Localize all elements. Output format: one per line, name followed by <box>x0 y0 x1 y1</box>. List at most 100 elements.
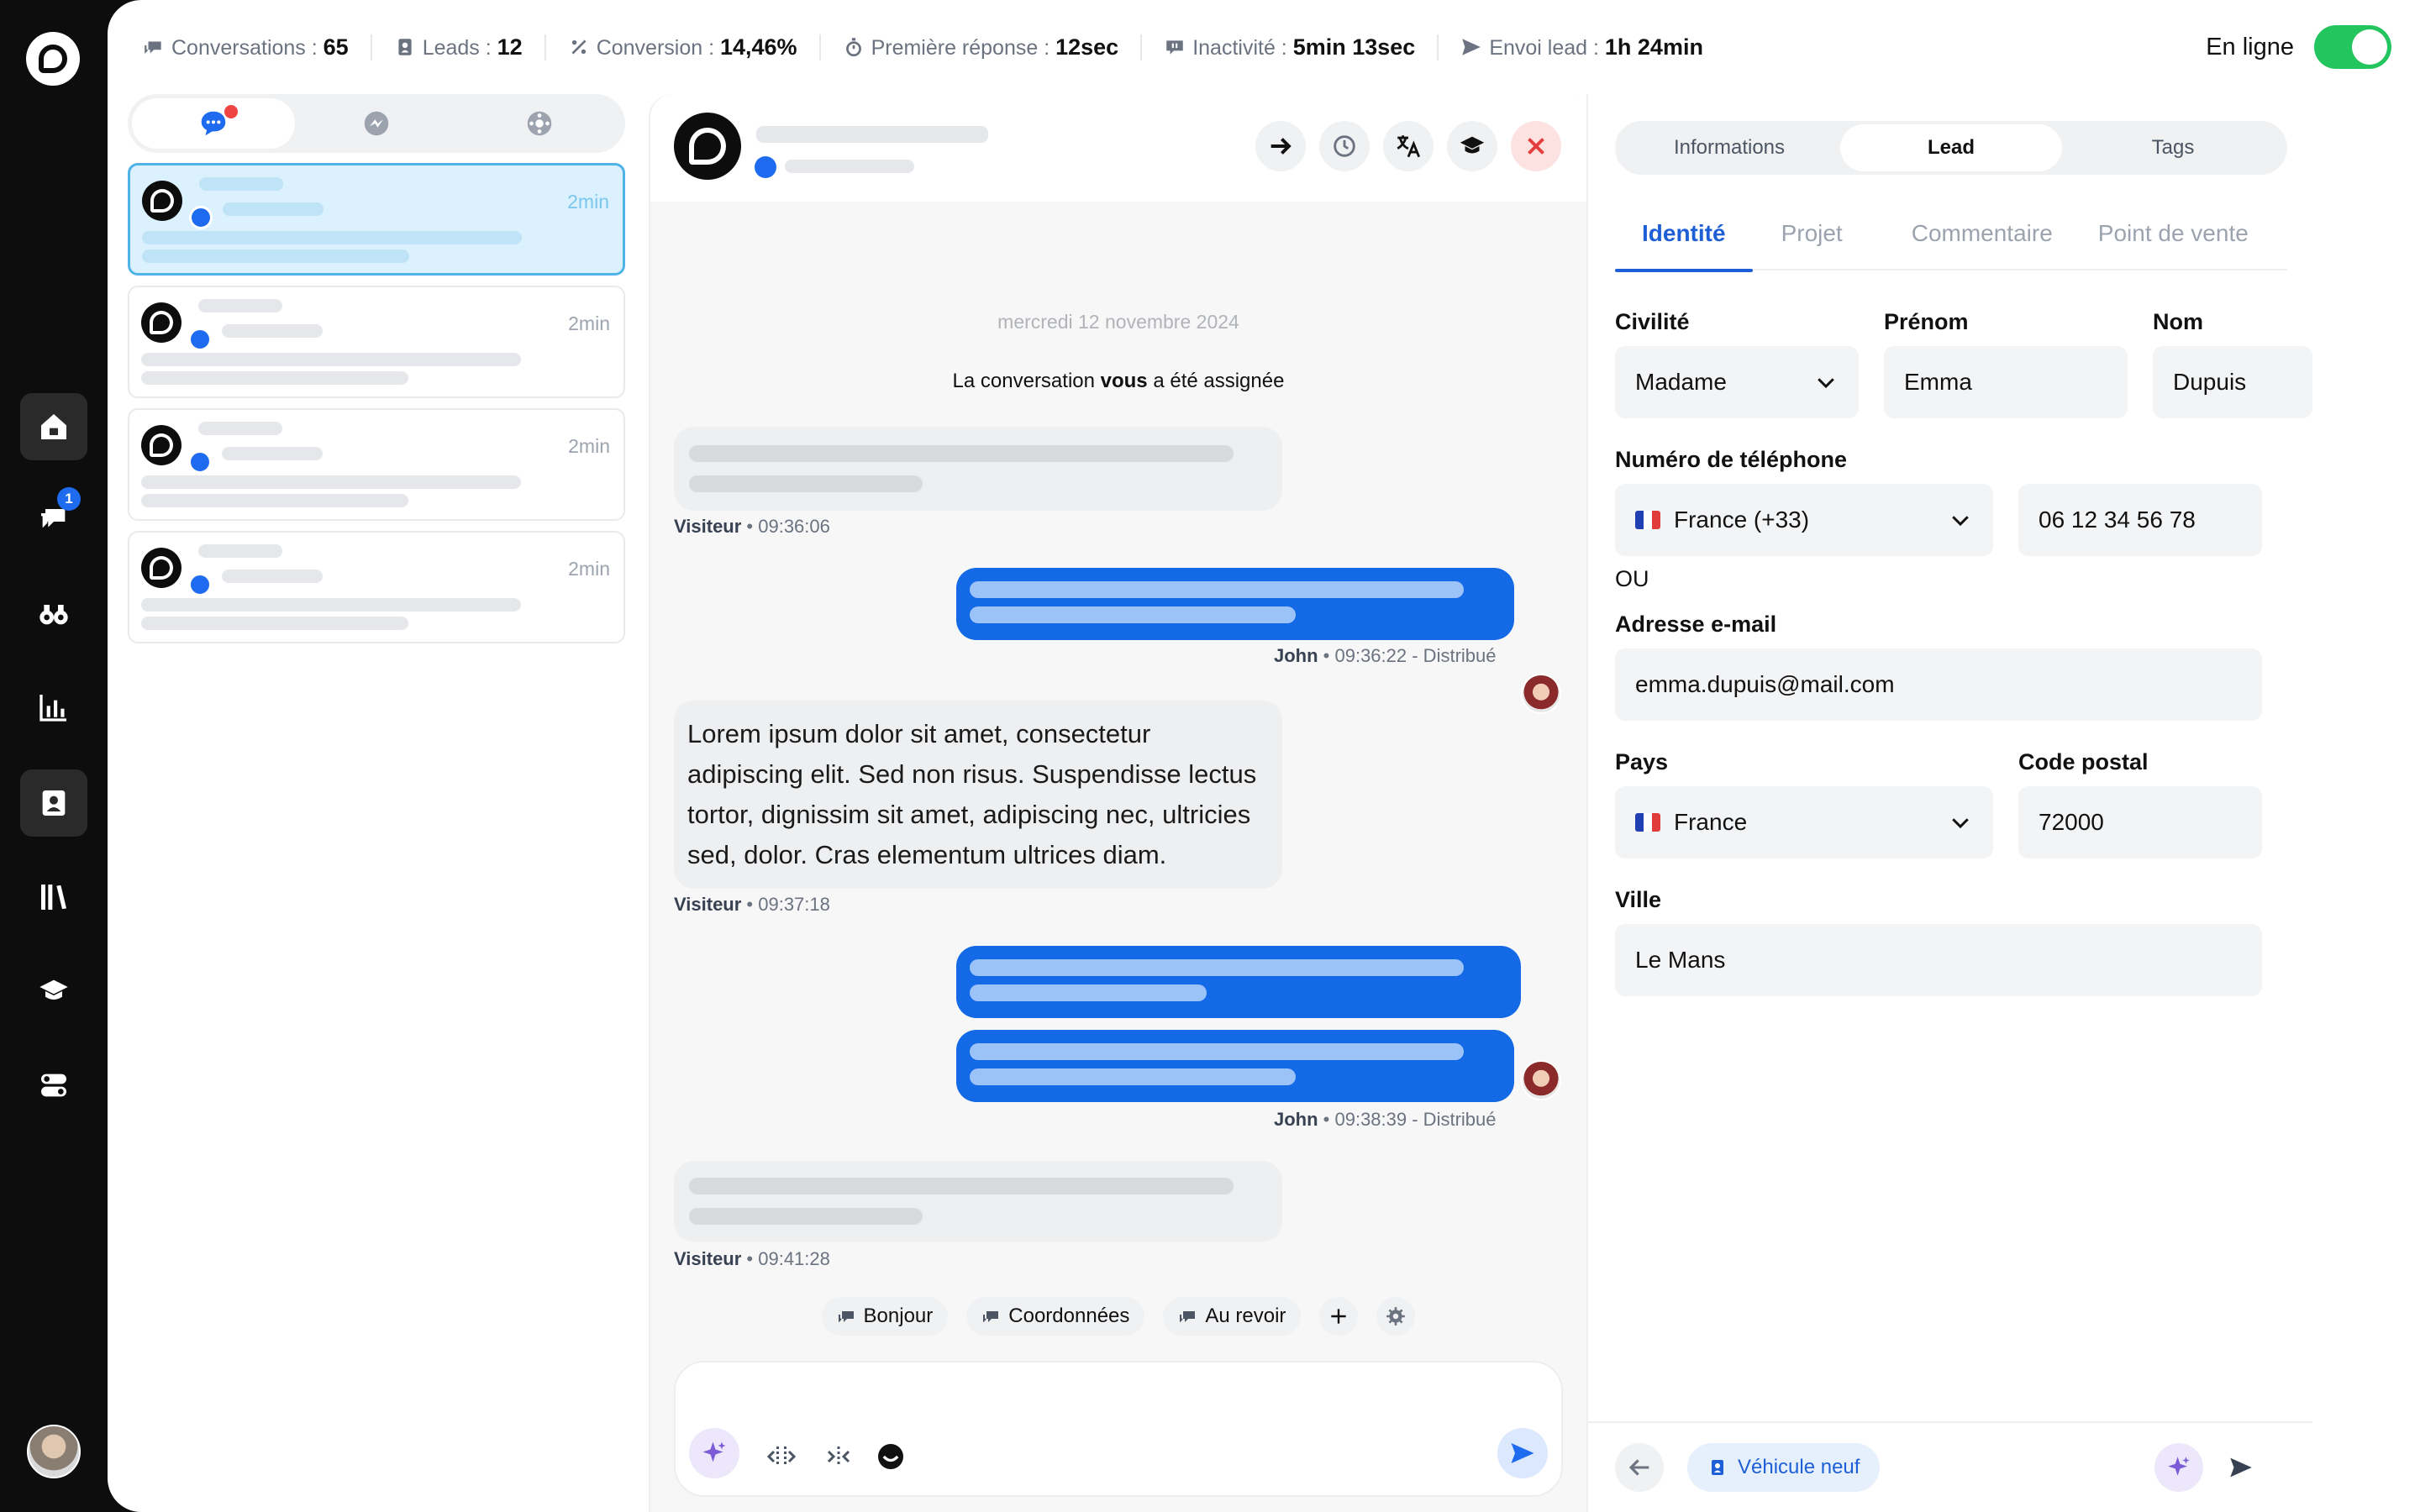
message-time: • 09:37:18 <box>741 894 830 915</box>
ai-assist-button[interactable] <box>689 1428 739 1478</box>
civilite-value: Madame <box>1635 369 1727 395</box>
conversation-item[interactable]: 2min <box>128 163 625 276</box>
chat-channel-icon <box>189 206 213 229</box>
user-avatar[interactable] <box>27 1425 81 1478</box>
training-button[interactable] <box>1447 121 1497 171</box>
ville-field[interactable]: Le Mans <box>1615 924 2262 996</box>
conversation-item[interactable]: 2min <box>128 286 625 398</box>
translate-button[interactable] <box>1383 121 1434 171</box>
country-code-select[interactable]: France (+33) <box>1615 484 1993 556</box>
add-quick-reply-button[interactable] <box>1319 1297 1359 1336</box>
training-nav-button[interactable] <box>20 958 87 1025</box>
back-button[interactable] <box>1615 1443 1664 1492</box>
civilite-select[interactable]: Madame <box>1615 346 1859 418</box>
lead-type-label: Véhicule neuf <box>1738 1456 1860 1478</box>
app-logo[interactable] <box>26 32 80 86</box>
emoji-button[interactable] <box>871 1436 911 1477</box>
code-postal-field[interactable]: 72000 <box>2018 786 2262 858</box>
collapse-button[interactable] <box>818 1436 859 1477</box>
close-conversation-button[interactable] <box>1511 121 1561 171</box>
send-lead-button[interactable] <box>2217 1443 2265 1492</box>
notification-dot <box>224 105 238 118</box>
tab-projet[interactable]: Projet <box>1753 220 1870 270</box>
contacts-nav-button[interactable] <box>20 769 87 837</box>
prenom-value: Emma <box>1904 369 1972 395</box>
tab-messenger[interactable] <box>295 98 458 149</box>
quick-reply-label: Coordonnées <box>1008 1305 1130 1327</box>
quick-reply-bonjour[interactable]: Bonjour <box>821 1297 949 1336</box>
tab-chat[interactable] <box>132 98 295 149</box>
chevron-down-icon <box>1818 378 1834 389</box>
tab-other-channel[interactable] <box>458 98 621 149</box>
stat-label: Conversations : <box>171 35 324 60</box>
arrow-left-icon <box>1628 1459 1649 1476</box>
library-nav-button[interactable] <box>20 864 87 931</box>
stat-value: 1h 24min <box>1604 34 1703 60</box>
agent-message <box>956 946 1521 1018</box>
notice-prefix: La conversation <box>952 370 1101 392</box>
ai-assist-button[interactable] <box>2154 1443 2203 1492</box>
stat-label: Première réponse : <box>871 35 1056 60</box>
nom-field[interactable]: Dupuis <box>2153 346 2312 418</box>
conversation-item[interactable]: 2min <box>128 408 625 521</box>
sparkle-icon <box>702 1441 726 1462</box>
telephone-field[interactable]: 06 12 34 56 78 <box>2018 484 2262 556</box>
graduation-cap-icon <box>1460 136 1485 154</box>
expand-button[interactable] <box>761 1436 802 1477</box>
quick-reply-settings-button[interactable] <box>1376 1297 1416 1336</box>
library-icon <box>41 885 66 910</box>
contact-card-icon <box>398 39 412 55</box>
message-author: John <box>1274 1109 1318 1130</box>
stopwatch-icon <box>845 38 861 57</box>
conversation-item[interactable]: 2min <box>128 531 625 643</box>
email-field[interactable]: emma.dupuis@mail.com <box>1615 648 2262 721</box>
smiley-icon <box>878 1444 903 1469</box>
quick-reply-au-revoir[interactable]: Au revoir <box>1163 1297 1302 1336</box>
message-meta: John • 09:38:39 - Distribué <box>1274 1109 1496 1131</box>
stat-inactivity: Inactivité : 5min 13sec <box>1142 34 1439 60</box>
online-toggle[interactable] <box>2314 25 2391 69</box>
message-time: • 09:36:22 - Distribué <box>1318 645 1497 666</box>
chat-channel-icon <box>188 328 212 351</box>
ville-label: Ville <box>1615 887 1662 912</box>
pays-select[interactable]: France <box>1615 786 1993 858</box>
lead-panel: Informations Lead Tags Identité Projet C… <box>1586 94 2312 1512</box>
stat-value: 14,46% <box>719 34 797 60</box>
segment-lead[interactable]: Lead <box>1840 124 2062 171</box>
percent-icon <box>571 39 587 55</box>
send-icon <box>2230 1457 2252 1478</box>
stat-first-response: Première réponse : 12sec <box>821 34 1143 60</box>
chevron-down-icon <box>1952 516 1969 527</box>
message-author: Visiteur <box>674 1248 742 1269</box>
conversations-nav-button[interactable]: 1 <box>20 484 87 551</box>
prenom-field[interactable]: Emma <box>1884 346 2128 418</box>
snooze-button[interactable] <box>1319 121 1370 171</box>
code-postal-value: 72000 <box>2039 809 2104 835</box>
home-nav-button[interactable] <box>20 393 87 460</box>
transfer-button[interactable] <box>1255 121 1306 171</box>
message-meta: John • 09:36:22 - Distribué <box>1274 645 1496 667</box>
contact-avatar <box>141 548 182 588</box>
stats-bar: Conversations : 65 Leads : 12 Conversion… <box>134 25 1725 69</box>
contact-avatar <box>141 302 182 343</box>
lead-type-chip[interactable]: Véhicule neuf <box>1687 1443 1881 1492</box>
stats-nav-button[interactable] <box>20 674 87 741</box>
tab-identite[interactable]: Identité <box>1615 220 1753 272</box>
quick-reply-coordonnees[interactable]: Coordonnées <box>966 1297 1145 1336</box>
segment-tags[interactable]: Tags <box>2062 124 2284 171</box>
send-icon <box>1462 39 1481 55</box>
conversation-time: 2min <box>568 435 610 457</box>
stat-conversations: Conversations : 65 <box>134 34 372 60</box>
tab-commentaire[interactable]: Commentaire <box>1870 220 2080 270</box>
contact-avatar <box>141 425 182 465</box>
segment-informations[interactable]: Informations <box>1618 124 1840 171</box>
conversation-time: 2min <box>567 191 609 213</box>
send-message-button[interactable] <box>1497 1428 1548 1478</box>
arrow-right-icon <box>1270 138 1292 155</box>
agent-avatar <box>1521 1060 1561 1100</box>
pays-value: France <box>1674 809 1748 835</box>
monitoring-nav-button[interactable] <box>20 580 87 647</box>
message-composer[interactable] <box>674 1361 1563 1497</box>
tab-point-de-vente[interactable]: Point de vente <box>2080 220 2249 270</box>
settings-nav-button[interactable] <box>20 1052 87 1119</box>
